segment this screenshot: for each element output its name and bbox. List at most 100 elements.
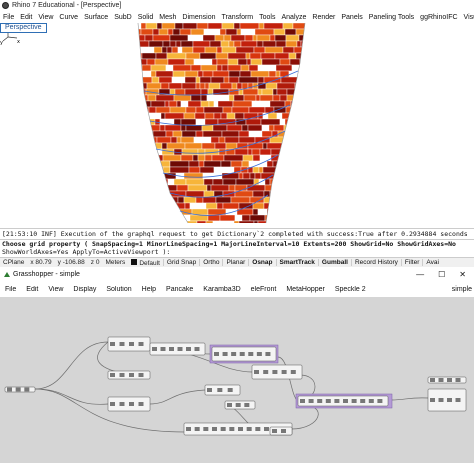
rhino-menu-tools[interactable]: Tools	[256, 14, 278, 21]
gh-component-icon	[119, 402, 125, 406]
gh-component-icon	[368, 399, 374, 403]
toggle-osnap[interactable]: Osnap	[248, 259, 275, 266]
toggle-ortho[interactable]: Ortho	[199, 259, 222, 266]
rhino-menu-render[interactable]: Render	[309, 14, 338, 21]
gh-component-icon	[351, 399, 357, 403]
gh-menu-speckle-2[interactable]: Speckle 2	[330, 286, 371, 293]
toggle-record-history[interactable]: Record History	[350, 259, 401, 266]
rhino-title-bar: Rhino 7 Educational - [Perspective]	[0, 0, 474, 11]
perspective-viewport[interactable]: Perspective z y x	[0, 23, 474, 227]
gh-component-icon	[110, 402, 115, 406]
layer-name: Default	[139, 259, 160, 267]
grasshopper-title-bar: Grasshopper - simple — ☐ ✕	[0, 268, 474, 281]
gh-component-icon	[177, 347, 183, 351]
gh-menu-pancake[interactable]: Pancake	[161, 286, 198, 293]
close-icon[interactable]: ✕	[459, 270, 466, 279]
gh-component-icon	[186, 427, 191, 431]
gh-component-icon	[290, 370, 296, 374]
gh-component-icon	[194, 347, 200, 351]
maximize-icon[interactable]: ☐	[438, 270, 445, 279]
gh-menu-file[interactable]: File	[0, 286, 21, 293]
minimize-icon[interactable]: —	[416, 270, 424, 279]
gh-component-icon	[325, 399, 331, 403]
command-prompt-line-2[interactable]: ShowWorldAxes=Yes ApplyTo=ActiveViewport…	[2, 248, 474, 256]
toggle-smarttrack[interactable]: SmartTrack	[275, 259, 318, 266]
grasshopper-menu-items: File Edit View Display Solution Help Pancake Ka…	[0, 286, 371, 293]
rhino-menu-view[interactable]: View	[35, 14, 56, 21]
layer-indicator[interactable]: Default	[128, 258, 163, 267]
gh-component-icon	[227, 403, 232, 407]
grasshopper-definition	[4, 336, 467, 436]
grasshopper-window-title: Grasshopper - simple	[13, 271, 80, 278]
gh-component-icon	[235, 403, 241, 407]
gh-component-icon	[227, 388, 233, 392]
gh-component-icon	[222, 352, 228, 356]
gh-component-icon	[24, 387, 30, 392]
toggle-avai[interactable]: Avai	[422, 259, 442, 266]
rhino-menu-visualarq[interactable]: VisualARQ	[461, 14, 474, 21]
rhino-menu-surface[interactable]: Surface	[81, 14, 111, 21]
coord-z: z 0	[90, 259, 100, 266]
rhino-menu-analyze[interactable]: Analyze	[278, 14, 309, 21]
gh-component-icon	[246, 427, 252, 431]
gh-menu-display[interactable]: Display	[68, 286, 101, 293]
gh-component-icon	[119, 342, 125, 346]
grasshopper-document-name[interactable]: simple	[452, 286, 474, 293]
coord-x: x 80.79	[30, 259, 52, 266]
facade-panels	[138, 23, 305, 223]
toggle-grid-snap[interactable]: Grid Snap	[162, 259, 199, 266]
rhino-menu-mesh[interactable]: Mesh	[156, 14, 179, 21]
units-label[interactable]: Meters	[102, 259, 128, 266]
coord-y: y -106.88	[57, 259, 85, 266]
gh-component-icon	[217, 388, 223, 392]
gh-component-icon	[248, 352, 254, 356]
gh-component-icon	[343, 399, 348, 403]
gh-component-icon	[186, 347, 191, 351]
gh-component-icon	[152, 347, 157, 351]
gh-component-icon	[138, 402, 144, 406]
window-controls: — ☐ ✕	[416, 270, 474, 279]
gh-menu-elefront[interactable]: eleFront	[246, 286, 282, 293]
toggle-filter[interactable]: Filter	[400, 259, 422, 266]
rhino-menu-bar: File Edit View Curve Surface SubD Solid Mesh Dim…	[0, 12, 474, 23]
rhino-menu-edit[interactable]: Edit	[17, 14, 35, 21]
gh-component-icon	[317, 399, 323, 403]
gh-component-icon	[212, 427, 217, 431]
gh-component-icon	[15, 387, 21, 392]
rhino-menu-solid[interactable]: Solid	[135, 14, 157, 21]
gh-menu-edit[interactable]: Edit	[21, 286, 43, 293]
gh-component-icon	[214, 352, 219, 356]
tower-model-render	[137, 23, 306, 224]
gh-menu-metahopper[interactable]: MetaHopper	[281, 286, 330, 293]
gh-menu-solution[interactable]: Solution	[101, 286, 136, 293]
rhino-menu-subd[interactable]: SubD	[111, 14, 135, 21]
toggle-gumball[interactable]: Gumball	[317, 259, 351, 266]
rhino-menu-paneling-tools[interactable]: Paneling Tools	[366, 14, 417, 21]
gh-component-icon	[238, 427, 243, 431]
rhino-menu-panels[interactable]: Panels	[338, 14, 365, 21]
gh-component-icon	[129, 373, 134, 377]
gh-component-icon	[438, 378, 444, 382]
gh-component-icon	[272, 370, 278, 374]
gh-component-icon	[281, 429, 286, 433]
rhino-app-icon	[2, 2, 9, 9]
gh-menu-view[interactable]: View	[43, 286, 68, 293]
viewport-tab-perspective[interactable]: Perspective	[0, 23, 47, 33]
gh-component-icon	[447, 378, 452, 382]
gh-menu-help[interactable]: Help	[137, 286, 161, 293]
grasshopper-app-icon	[4, 271, 10, 277]
rhino-menu-file[interactable]: File	[0, 14, 17, 21]
command-prompt[interactable]: Choose grid property ( SnapSpacing=1 Min…	[0, 239, 474, 257]
gh-component-icon	[239, 352, 245, 356]
toggle-planar[interactable]: Planar	[222, 259, 248, 266]
rhino-menu-ggrhinoifc[interactable]: ggRhinoIFC	[417, 14, 460, 21]
rhino-menu-transform[interactable]: Transform	[219, 14, 257, 21]
rhino-menu-curve[interactable]: Curve	[56, 14, 81, 21]
gh-component-icon	[265, 352, 271, 356]
gh-component-icon	[119, 373, 125, 377]
rhino-menu-dimension[interactable]: Dimension	[179, 14, 218, 21]
gh-component-icon	[207, 388, 212, 392]
grasshopper-canvas[interactable]	[0, 297, 474, 463]
command-prompt-line-1[interactable]: Choose grid property ( SnapSpacing=1 Min…	[2, 240, 474, 248]
gh-menu-karamba3d[interactable]: Karamba3D	[198, 286, 245, 293]
